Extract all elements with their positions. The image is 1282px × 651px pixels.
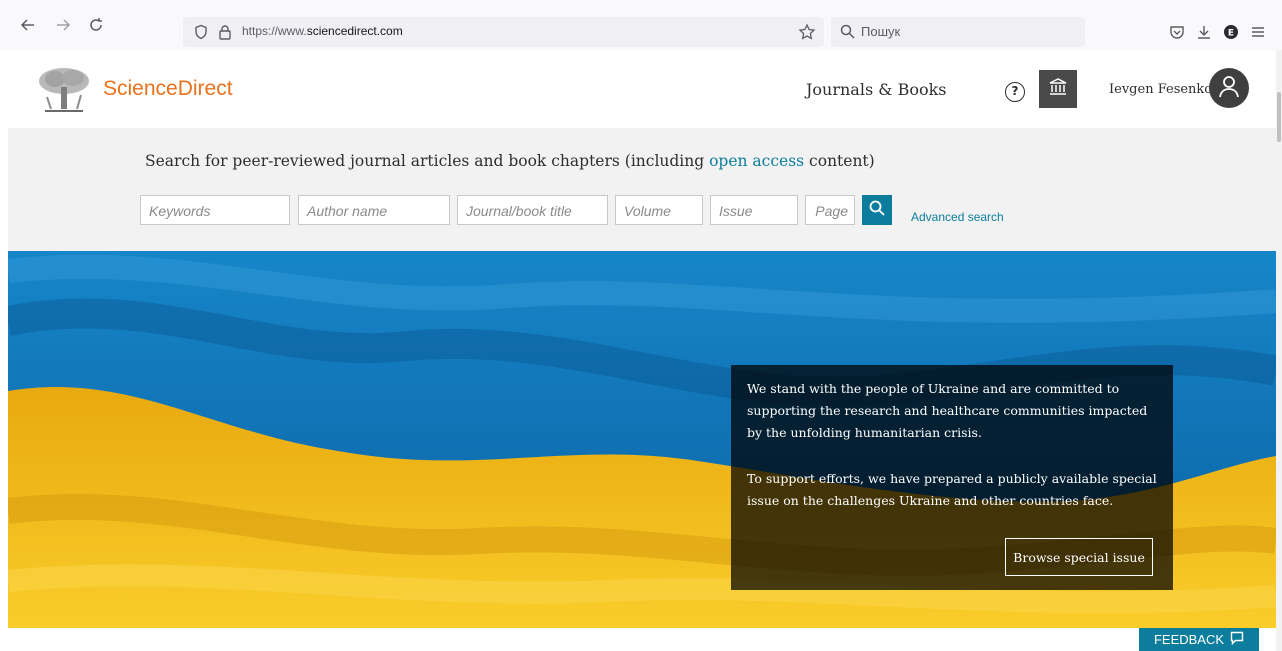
avatar[interactable]: [1209, 68, 1249, 108]
bookmark-star-icon[interactable]: [798, 23, 816, 45]
pocket-icon[interactable]: [1167, 22, 1187, 42]
help-icon[interactable]: ?: [1005, 82, 1025, 102]
feedback-button[interactable]: FEEDBACK: [1139, 628, 1259, 651]
chat-bubble-icon: [1230, 631, 1244, 648]
hamburger-menu-icon[interactable]: [1248, 22, 1268, 42]
journal-title-input[interactable]: Journal/book title: [457, 195, 608, 225]
issue-input[interactable]: Issue: [710, 195, 798, 225]
advanced-search-link[interactable]: Advanced search: [911, 210, 1004, 224]
page-input[interactable]: Page: [805, 195, 855, 225]
search-button[interactable]: [862, 195, 892, 225]
search-icon: [840, 24, 855, 43]
lock-icon[interactable]: [218, 24, 232, 44]
scrollbar-thumb[interactable]: [1277, 92, 1281, 142]
user-icon: [1217, 74, 1241, 102]
volume-input[interactable]: Volume: [615, 195, 703, 225]
extension-icon[interactable]: E: [1221, 22, 1241, 42]
search-heading: Search for peer-reviewed journal article…: [145, 152, 875, 170]
browser-toolbar: https://www.sciencedirect.com Пошук E: [0, 0, 1282, 50]
search-icon: [869, 200, 885, 220]
institution-icon: [1048, 77, 1068, 101]
browser-search-bar[interactable]: Пошук: [831, 17, 1085, 47]
download-icon[interactable]: [1194, 22, 1214, 42]
forward-arrow-icon[interactable]: [52, 14, 74, 36]
journals-books-link[interactable]: Journals & Books: [806, 80, 947, 99]
search-panel: [8, 128, 1276, 251]
support-paragraph-2: To support efforts, we have prepared a p…: [747, 471, 1157, 508]
browser-search-placeholder: Пошук: [861, 24, 901, 39]
reload-icon[interactable]: [85, 14, 107, 36]
elsevier-tree-logo-icon[interactable]: [37, 67, 91, 115]
feedback-label: FEEDBACK: [1153, 632, 1225, 647]
svg-text:E: E: [1228, 29, 1234, 39]
url-text[interactable]: https://www.sciencedirect.com: [242, 24, 403, 38]
shield-icon[interactable]: [193, 24, 209, 44]
user-name[interactable]: Ievgen Fesenko: [1109, 82, 1212, 97]
support-paragraph-1: We stand with the people of Ukraine and …: [747, 381, 1148, 440]
keywords-input[interactable]: Keywords: [140, 195, 290, 225]
open-access-link[interactable]: open access: [709, 152, 804, 170]
institution-button[interactable]: [1039, 70, 1077, 108]
brand-logo[interactable]: ScienceDirect: [103, 77, 233, 101]
address-bar[interactable]: https://www.sciencedirect.com: [183, 17, 824, 47]
author-name-input[interactable]: Author name: [298, 195, 450, 225]
back-arrow-icon[interactable]: [17, 14, 39, 36]
browse-special-issue-button[interactable]: Browse special issue: [1005, 538, 1153, 576]
